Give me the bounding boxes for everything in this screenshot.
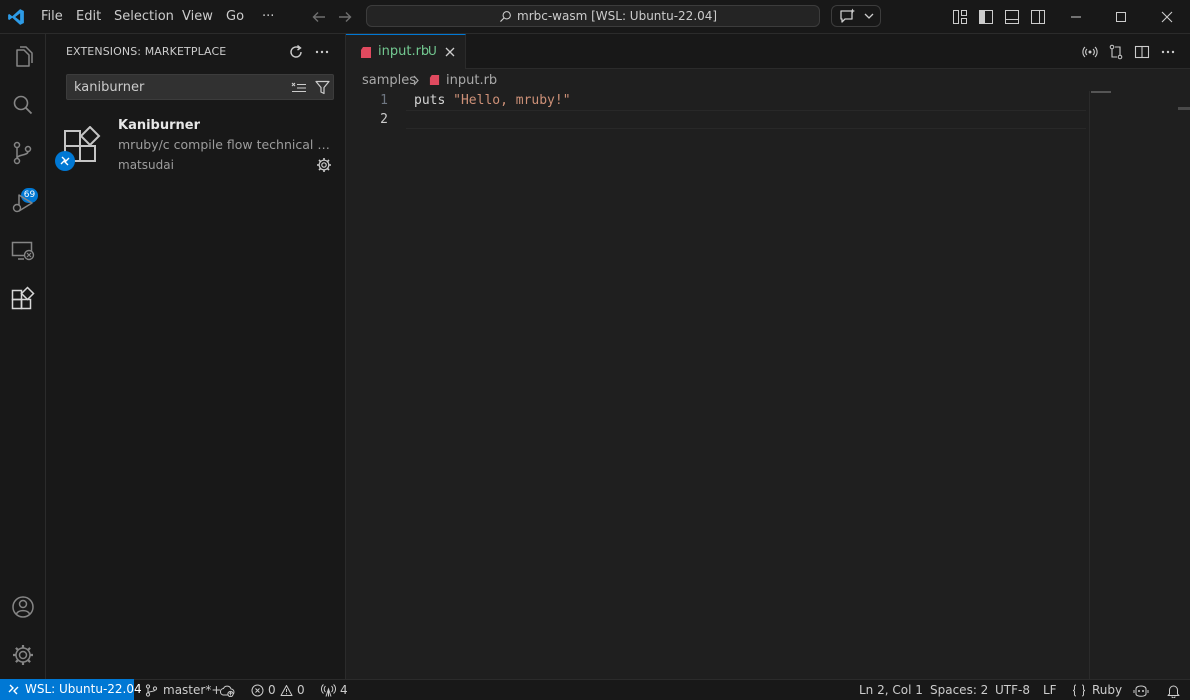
end-of-line[interactable]: LF <box>1043 683 1057 697</box>
menu-go[interactable]: Go <box>226 9 244 24</box>
language-mode[interactable]: Ruby <box>1092 683 1122 697</box>
copilot-chat-button[interactable] <box>831 5 881 27</box>
sidebar-title: EXTENSIONS: MARKETPLACE <box>66 45 227 58</box>
chat-sparkle-icon <box>840 8 855 23</box>
toggle-primary-sidebar-icon[interactable] <box>978 9 994 25</box>
warning-icon <box>280 685 293 696</box>
menu-edit[interactable]: Edit <box>76 9 101 24</box>
git-branch[interactable]: master*+ <box>163 683 221 697</box>
current-line-highlight <box>406 110 1086 129</box>
error-icon <box>251 684 264 697</box>
breadcrumb-folder[interactable]: samples <box>362 73 416 88</box>
tab-label: input.rb <box>378 44 430 59</box>
back-arrow-icon[interactable] <box>311 9 327 25</box>
line-number: 1 <box>380 93 388 108</box>
extension-search-value: kaniburner <box>74 80 145 95</box>
notifications-bell-icon[interactable] <box>1166 683 1181 698</box>
activity-bar: 69 <box>0 34 46 679</box>
search-icon[interactable] <box>10 92 36 118</box>
breadcrumb-file[interactable]: input.rb <box>446 73 497 88</box>
warning-count[interactable]: 0 <box>297 683 305 697</box>
forwarded-ports-count[interactable]: 4 <box>340 683 348 697</box>
remote-icon <box>8 684 19 695</box>
extension-description: mruby/c compile flow technical verificat… <box>118 137 334 152</box>
filter-icon[interactable] <box>315 80 330 95</box>
extension-name: Kaniburner <box>118 118 201 133</box>
refresh-icon[interactable] <box>288 44 304 60</box>
remote-label: WSL: Ubuntu-22.04 <box>25 682 142 696</box>
toggle-panel-icon[interactable] <box>1004 9 1020 25</box>
run-debug-icon[interactable] <box>10 190 36 216</box>
menu-more[interactable]: ··· <box>262 9 274 24</box>
more-actions-icon[interactable] <box>314 44 330 60</box>
code-token-method: puts <box>414 93 454 108</box>
clear-filter-icon[interactable] <box>291 80 307 95</box>
broadcast-icon[interactable] <box>1082 44 1098 60</box>
line-number: 2 <box>380 112 388 127</box>
menu-file[interactable]: File <box>41 9 63 24</box>
tab-input-rb[interactable]: input.rb U <box>346 34 466 69</box>
branch-icon <box>145 684 158 697</box>
indentation[interactable]: Spaces: 2 <box>930 683 988 697</box>
breadcrumb: samples input.rb <box>346 69 1190 91</box>
chevron-down-icon <box>864 13 874 19</box>
extensions-icon[interactable] <box>10 286 36 312</box>
ruby-file-icon <box>429 74 440 86</box>
source-control-icon[interactable] <box>10 140 36 166</box>
menu-selection[interactable]: Selection <box>114 9 174 24</box>
customize-layout-icon[interactable] <box>952 9 968 25</box>
remote-badge-icon <box>55 151 75 171</box>
account-icon[interactable] <box>10 594 36 620</box>
menu-view[interactable]: View <box>182 9 213 24</box>
ruby-file-icon <box>361 47 371 58</box>
minimap-line <box>1091 91 1111 93</box>
minimize-icon[interactable] <box>1068 9 1084 25</box>
split-editor-icon[interactable] <box>1134 44 1150 60</box>
extension-search-input[interactable]: kaniburner <box>66 74 334 100</box>
cursor-position[interactable]: Ln 2, Col 1 <box>859 683 923 697</box>
editor-tab-bar: input.rb U <box>346 34 1190 69</box>
remote-indicator[interactable]: WSL: Ubuntu-22.04 <box>0 679 142 700</box>
encoding[interactable]: UTF-8 <box>995 683 1030 697</box>
code-editor[interactable]: 1 2 puts "Hello, mruby!" <box>346 91 1190 679</box>
code-token-string: "Hello, mruby!" <box>453 93 571 108</box>
editor-more-actions-icon[interactable] <box>1160 44 1176 60</box>
close-tab-icon[interactable] <box>444 46 456 58</box>
search-icon <box>500 11 511 22</box>
maximize-icon[interactable] <box>1113 9 1129 25</box>
close-window-icon[interactable] <box>1159 9 1175 25</box>
title-bar: File Edit Selection View Go ··· mrbc-was… <box>0 0 1190 34</box>
extensions-sidebar: EXTENSIONS: MARKETPLACE kaniburner Kanib… <box>46 34 346 679</box>
settings-gear-icon[interactable] <box>10 642 36 668</box>
minimap-divider <box>1089 91 1090 679</box>
chevron-right-icon <box>413 75 419 86</box>
extension-publisher: matsudai <box>118 158 174 172</box>
untracked-badge: U <box>428 44 437 58</box>
scrollbar-slider[interactable] <box>1178 107 1190 110</box>
braces-icon <box>1072 684 1086 697</box>
files-icon[interactable] <box>10 44 36 70</box>
command-center-title: mrbc-wasm [WSL: Ubuntu-22.04] <box>517 9 718 23</box>
publish-cloud-icon[interactable] <box>219 684 235 697</box>
compare-changes-icon[interactable] <box>1108 44 1124 60</box>
forward-arrow-icon[interactable] <box>337 9 353 25</box>
manage-gear-icon[interactable] <box>316 157 332 173</box>
copilot-icon[interactable] <box>1133 683 1149 698</box>
command-center[interactable]: mrbc-wasm [WSL: Ubuntu-22.04] <box>366 5 820 27</box>
toggle-secondary-sidebar-icon[interactable] <box>1030 9 1046 25</box>
vscode-logo-icon <box>8 9 24 25</box>
remote-explorer-icon[interactable] <box>10 238 36 264</box>
ports-antenna-icon <box>321 684 336 697</box>
status-bar: WSL: Ubuntu-22.04 master*+ 0 0 4 Ln 2, C… <box>0 679 1190 700</box>
error-count[interactable]: 0 <box>268 683 276 697</box>
code-line: puts "Hello, mruby!" <box>414 93 571 108</box>
